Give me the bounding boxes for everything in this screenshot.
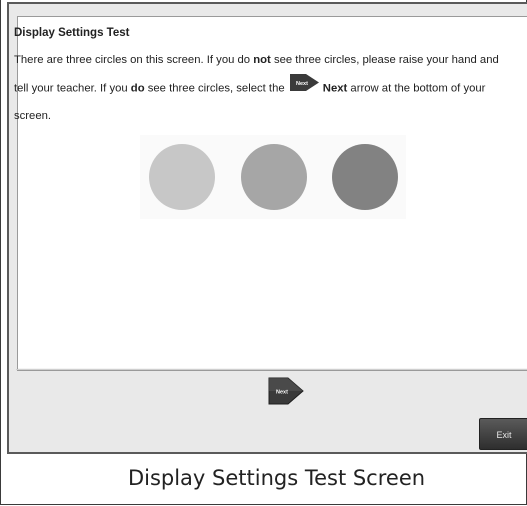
circle-light [149,144,215,210]
page-title: Display Settings Test [14,27,130,39]
instructions-bold-next: Next [322,82,348,95]
instructions-bold-do: do [130,82,145,95]
circle-dark [332,144,398,210]
next-button[interactable]: Next [266,374,306,408]
circle-medium [241,144,307,210]
instructions-part-1: There are three circles on this screen. … [14,54,254,66]
next-button-label: Next [276,390,288,396]
instructions-text: There are three circles on this screen. … [14,48,499,129]
inline-next-icon-label: Next [296,81,308,87]
nav-divider [16,369,527,370]
instructions-part-3: see three circles, select the [144,82,288,95]
inline-next-icon: Next [289,72,321,103]
instructions-bold-not: not [253,54,271,66]
figure-caption: Display Settings Test Screen [127,466,426,490]
next-arrow-icon: Next [268,377,304,405]
exit-button[interactable]: Exit [479,418,527,450]
circles-panel [140,135,406,219]
